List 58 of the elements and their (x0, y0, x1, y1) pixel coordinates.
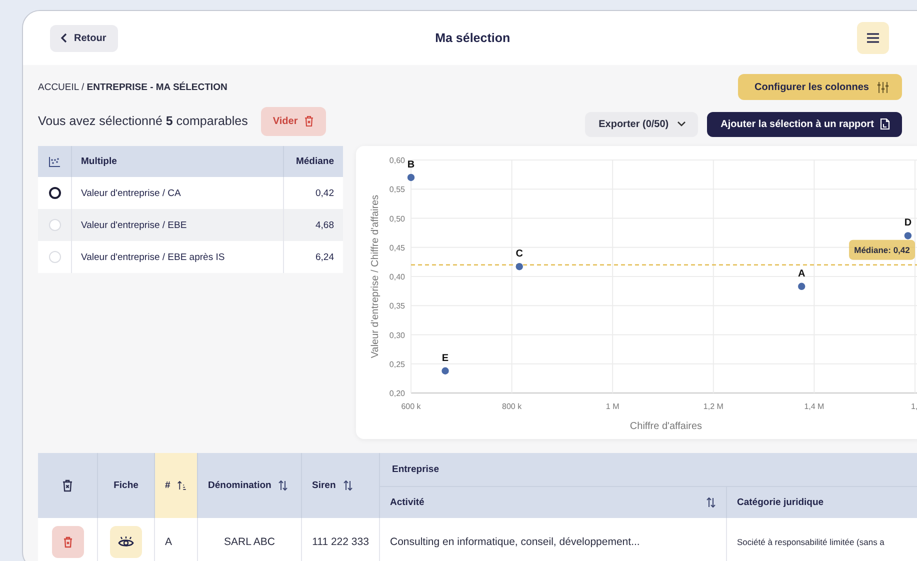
y-tick-label: 0,50 (389, 214, 405, 224)
table-cell: Société à responsabilité limitée (sans a (726, 518, 917, 561)
x-tick-label: 1,2 M (703, 402, 724, 411)
scatter-chart-icon (49, 156, 60, 166)
configure-columns-button[interactable]: Configurer les colonnes (738, 74, 902, 100)
y-tick-label: 0,20 (389, 389, 405, 398)
export-dropdown[interactable]: Exporter (0/50) (584, 112, 698, 136)
x-tick-label: 1,4 M (804, 402, 824, 411)
sort-icon[interactable] (278, 480, 288, 491)
chevron-left-icon (60, 33, 68, 43)
column-group-header: Entreprise (379, 453, 917, 486)
y-tick-label: 0,55 (389, 185, 405, 194)
sort-icon[interactable] (706, 497, 716, 508)
table-cell: 6,24 (283, 241, 343, 273)
page-title: Ma sélection (434, 31, 512, 45)
table-cell: 111 222 333 (301, 518, 379, 561)
x-tick-label: 800 k (502, 402, 522, 411)
y-tick-label: 0,30 (389, 330, 405, 340)
table-cell: Valeur d'entreprise / EBE après IS (71, 241, 283, 273)
table-cell: SARL ABC (197, 518, 301, 561)
trash-icon (62, 536, 72, 548)
point-label: A (798, 268, 806, 280)
x-tick-label: 600 k (401, 402, 421, 411)
y-tick-label: 0,60 (389, 156, 405, 165)
selection-summary: Vous avez sélectionné 5 comparables (38, 114, 248, 128)
point-label: C (516, 248, 523, 260)
y-tick-label: 0,25 (389, 360, 405, 369)
radio-button[interactable] (48, 187, 60, 199)
eye-icon (118, 536, 134, 548)
x-axis-title: Chiffre d'affaires (630, 421, 702, 432)
chevron-down-icon (676, 121, 686, 127)
table-cell: A (154, 518, 197, 561)
back-button[interactable]: Retour (50, 24, 118, 52)
point-label: E (442, 352, 449, 364)
y-axis-title: Valeur d'entreprise / Chiffre d'affaires (370, 194, 381, 358)
document-icon (880, 118, 890, 130)
sliders-icon (877, 82, 889, 92)
ref-line-label: Médiane: 0,42 (854, 244, 910, 255)
point-label: D (904, 218, 912, 229)
add-to-report-button[interactable]: Ajouter la sélection à un rapport (706, 112, 902, 136)
delete-button[interactable] (52, 526, 84, 558)
menu-button[interactable] (857, 22, 889, 54)
x-tick-label: 1 M (606, 402, 620, 411)
trash-icon (304, 115, 314, 127)
trash-icon[interactable] (62, 479, 73, 492)
breadcrumb: ACCUEIL / ENTREPRISE - MA SÉLECTION (38, 82, 228, 92)
y-tick-label: 0,35 (389, 302, 405, 311)
sort-ascending-icon[interactable] (177, 480, 187, 491)
sort-icon[interactable] (342, 480, 353, 491)
menu-icon (867, 33, 879, 43)
y-tick-label: 0,45 (389, 243, 405, 252)
point-label: B (407, 159, 415, 170)
median-label: Médiane: 0,42 (849, 240, 915, 260)
view-button[interactable] (110, 526, 142, 558)
x-tick-label: 1, (911, 402, 917, 411)
column-header: # (154, 453, 197, 518)
table-cell: Consulting en informatique, conseil, développement... (379, 518, 726, 561)
y-tick-label: 0,40 (389, 272, 405, 282)
